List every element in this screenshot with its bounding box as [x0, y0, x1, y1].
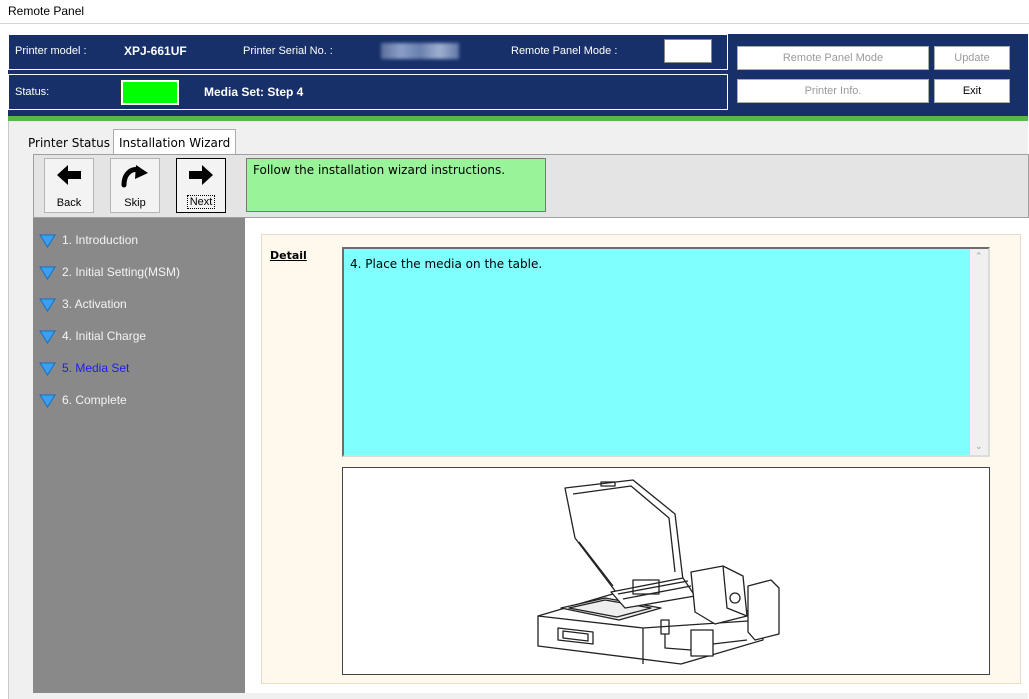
step-complete: 6. Complete	[39, 390, 127, 410]
status-value: Media Set: Step 4	[204, 85, 304, 99]
redo-curved-arrow-icon	[121, 165, 148, 188]
printer-model-label: Printer model :	[15, 45, 87, 57]
step-label: 3. Activation	[62, 297, 127, 311]
detail-textbox[interactable]: 4. Place the media on the table. ⌃ ⌄	[342, 247, 990, 457]
step-label: 6. Complete	[62, 393, 127, 407]
step-label: 2. Initial Setting(MSM)	[62, 265, 181, 279]
window-title: Remote Panel	[8, 4, 85, 18]
exit-button[interactable]: Exit	[934, 79, 1010, 103]
remote-panel-mode-label: Remote Panel Mode :	[511, 45, 618, 57]
step-activation: 3. Activation	[39, 294, 127, 314]
back-button-label: Back	[56, 197, 82, 209]
printer-illustration	[537, 479, 780, 665]
tab-container: Printer Status Installation Wizard Back …	[8, 121, 1029, 699]
step-label: 1. Introduction	[62, 233, 139, 247]
next-button[interactable]: Next	[176, 158, 226, 213]
scroll-up-icon[interactable]: ⌃	[975, 252, 983, 262]
printer-info-bar: Printer model : XPJ-661UF Printer Serial…	[8, 34, 1028, 116]
triangle-down-icon	[39, 234, 56, 248]
step-label: 4. Initial Charge	[62, 329, 147, 343]
scroll-down-icon[interactable]: ⌄	[975, 442, 983, 452]
detail-panel: Detail 4. Place the media on the table. …	[261, 234, 1021, 684]
serial-number-label: Printer Serial No. :	[243, 45, 333, 57]
update-button[interactable]: Update	[934, 46, 1010, 70]
tab-printer-status[interactable]: Printer Status	[23, 133, 115, 153]
wizard-content: Detail 4. Place the media on the table. …	[245, 218, 1029, 693]
next-button-label: Next	[186, 195, 216, 209]
serial-number-value-redacted	[381, 43, 459, 59]
step-introduction: 1. Introduction	[39, 230, 138, 250]
step-initial-setting: 2. Initial Setting(MSM)	[39, 262, 180, 282]
status-label: Status:	[15, 86, 50, 98]
wizard-steps-sidebar: 1. Introduction 2. Initial Setting(MSM) …	[33, 218, 245, 693]
detail-scrollbar[interactable]: ⌃ ⌄	[970, 249, 988, 455]
skip-button[interactable]: Skip	[110, 158, 160, 213]
remote-panel-mode-indicator	[664, 39, 712, 63]
arrow-left-icon	[57, 165, 81, 185]
instruction-message: Follow the installation wizard instructi…	[246, 158, 546, 212]
step-media-set: 5. Media Set	[39, 358, 129, 378]
triangle-down-icon	[39, 330, 56, 344]
status-row: Status: Media Set: Step 4	[8, 74, 728, 110]
window-titlebar: Remote Panel	[0, 0, 1029, 24]
skip-button-label: Skip	[124, 197, 146, 209]
detail-label: Detail	[270, 249, 307, 262]
tab-installation-wizard[interactable]: Installation Wizard	[113, 129, 237, 155]
triangle-down-icon	[39, 298, 56, 312]
triangle-down-icon	[39, 362, 56, 376]
wizard-toolbar: Back Skip Next Follow the installation w…	[33, 154, 1029, 218]
printer-model-value: XPJ-661UF	[124, 44, 187, 58]
arrow-right-icon	[189, 165, 213, 185]
step-initial-charge: 4. Initial Charge	[39, 326, 146, 346]
instruction-illustration	[342, 467, 990, 675]
triangle-down-icon	[39, 266, 56, 280]
triangle-down-icon	[39, 394, 56, 408]
status-indicator	[120, 79, 180, 106]
printer-info-button[interactable]: Printer Info.	[737, 79, 929, 103]
detail-text: 4. Place the media on the table.	[350, 257, 543, 271]
remote-panel-mode-button[interactable]: Remote Panel Mode	[737, 46, 929, 70]
back-button[interactable]: Back	[44, 158, 94, 213]
printer-info-row: Printer model : XPJ-661UF Printer Serial…	[8, 34, 728, 70]
step-label: 5. Media Set	[62, 361, 130, 375]
